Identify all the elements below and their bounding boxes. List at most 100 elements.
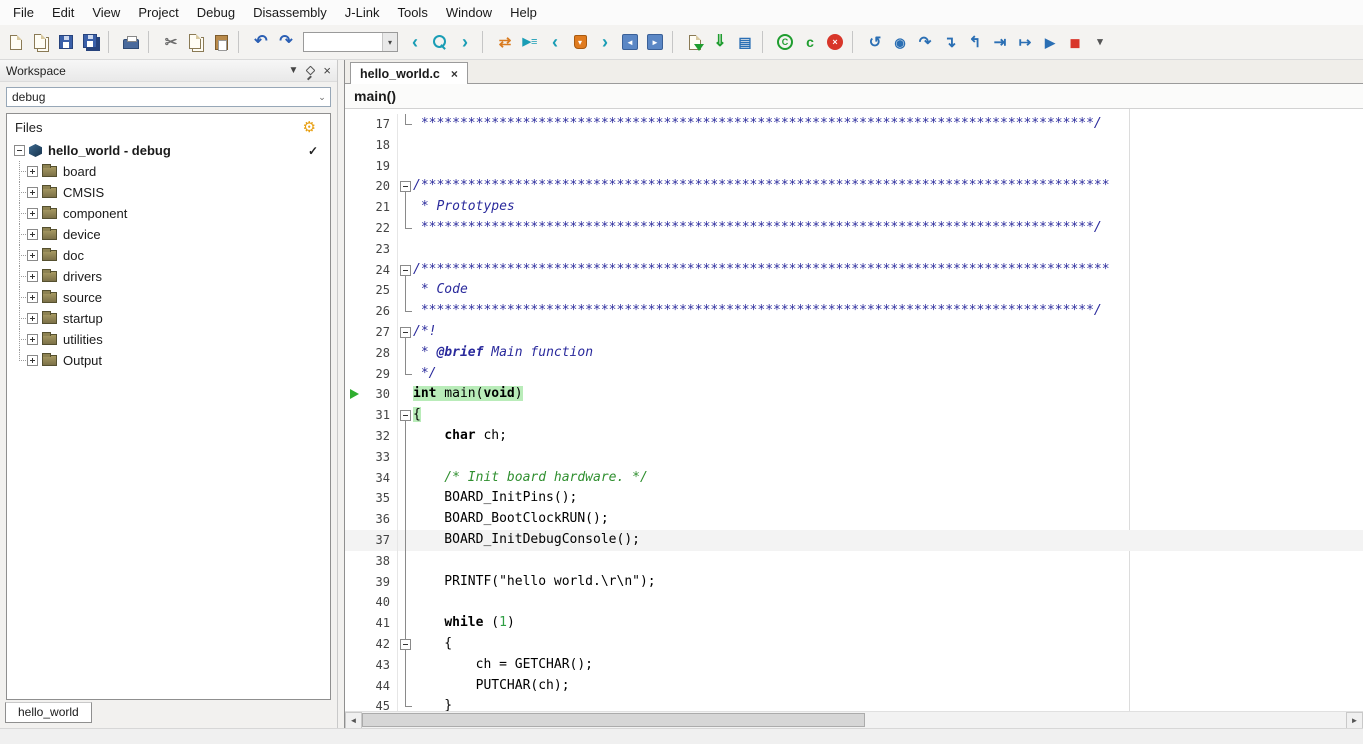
- code-text[interactable]: /***************************************…: [413, 176, 1363, 197]
- find-previous-icon[interactable]: ‹: [403, 30, 427, 54]
- fold-margin[interactable]: [397, 197, 413, 218]
- menu-item-view[interactable]: View: [83, 2, 129, 23]
- breakpoint-margin[interactable]: [345, 509, 365, 530]
- next-statement-icon[interactable]: ⇥: [988, 30, 1012, 54]
- menu-item-project[interactable]: Project: [129, 2, 187, 23]
- breakpoint-margin[interactable]: [345, 176, 365, 197]
- workspace-tab-hello-world[interactable]: hello_world: [5, 702, 92, 723]
- tree-item-utilities[interactable]: utilities: [7, 329, 330, 350]
- cstat-c-icon[interactable]: c: [798, 30, 822, 54]
- breakpoint-margin[interactable]: [345, 572, 365, 593]
- fold-collapse-icon[interactable]: [400, 181, 411, 192]
- code-text[interactable]: ****************************************…: [413, 301, 1363, 322]
- code-text[interactable]: {: [413, 405, 1363, 426]
- breakpoint-margin[interactable]: [345, 343, 365, 364]
- fold-collapse-icon[interactable]: [400, 639, 411, 650]
- fold-margin[interactable]: [397, 696, 413, 711]
- fold-margin[interactable]: [397, 343, 413, 364]
- breakpoint-margin[interactable]: [345, 634, 365, 655]
- breakpoint-margin[interactable]: [345, 655, 365, 676]
- panel-menu-dropdown-icon[interactable]: ▼: [289, 66, 299, 76]
- tree-expand-icon[interactable]: [27, 313, 38, 324]
- tree-expand-icon[interactable]: [27, 292, 38, 303]
- code-text[interactable]: * Code: [413, 280, 1363, 301]
- breakpoint-margin[interactable]: [345, 260, 365, 281]
- break-icon[interactable]: ◉: [888, 30, 912, 54]
- navigate-back-icon[interactable]: ◄: [618, 30, 642, 54]
- code-text[interactable]: BOARD_BootClockRUN();: [413, 509, 1363, 530]
- fold-margin[interactable]: [397, 426, 413, 447]
- undo-icon[interactable]: ↶: [249, 30, 273, 54]
- breakpoint-margin[interactable]: [345, 218, 365, 239]
- code-text[interactable]: ch = GETCHAR();: [413, 655, 1363, 676]
- fold-margin[interactable]: [397, 447, 413, 468]
- fold-margin[interactable]: [397, 218, 413, 239]
- copy-icon[interactable]: [184, 30, 208, 54]
- step-into-icon[interactable]: ↴: [938, 30, 962, 54]
- breakpoint-margin[interactable]: [345, 551, 365, 572]
- scrollbar-thumb[interactable]: [362, 713, 865, 727]
- menu-item-window[interactable]: Window: [437, 2, 501, 23]
- breakpoint-margin[interactable]: [345, 405, 365, 426]
- breakpoint-margin[interactable]: [345, 488, 365, 509]
- tree-expand-icon[interactable]: [27, 355, 38, 366]
- fold-margin[interactable]: [397, 280, 413, 301]
- make-icon[interactable]: ▤: [733, 30, 757, 54]
- breakpoint-margin[interactable]: [345, 384, 365, 405]
- save-icon[interactable]: [54, 30, 78, 54]
- code-text[interactable]: PUTCHAR(ch);: [413, 676, 1363, 697]
- breakpoint-margin[interactable]: [345, 696, 365, 711]
- step-over-icon[interactable]: ↷: [913, 30, 937, 54]
- step-out-icon[interactable]: ↰: [963, 30, 987, 54]
- save-all-icon[interactable]: [79, 30, 103, 54]
- code-text[interactable]: PRINTF("hello world.\r\n");: [413, 572, 1363, 593]
- find-combo[interactable]: ▾: [303, 32, 398, 52]
- menu-item-file[interactable]: File: [4, 2, 43, 23]
- next-bookmark-icon[interactable]: ›: [593, 30, 617, 54]
- scroll-left-button[interactable]: ◄: [345, 712, 362, 729]
- fold-margin[interactable]: [397, 405, 413, 426]
- replace-icon[interactable]: ⇄: [493, 30, 517, 54]
- tree-item-startup[interactable]: startup: [7, 308, 330, 329]
- tree-expand-icon[interactable]: [27, 229, 38, 240]
- breakpoint-margin[interactable]: [345, 364, 365, 385]
- breakpoint-margin[interactable]: [345, 239, 365, 260]
- code-text[interactable]: ****************************************…: [413, 218, 1363, 239]
- find-next-icon[interactable]: ›: [453, 30, 477, 54]
- fold-margin[interactable]: [397, 592, 413, 613]
- code-text[interactable]: [413, 447, 1363, 468]
- code-text[interactable]: [413, 135, 1363, 156]
- tree-item-output[interactable]: Output: [7, 350, 330, 371]
- code-text[interactable]: * @brief Main function: [413, 343, 1363, 364]
- find-icon[interactable]: [428, 30, 452, 54]
- fold-margin[interactable]: [397, 551, 413, 572]
- navigate-forward-icon[interactable]: ►: [643, 30, 667, 54]
- fold-collapse-icon[interactable]: [400, 327, 411, 338]
- editor-tab-hello-world-c[interactable]: hello_world.c ×: [350, 62, 468, 84]
- tab-close-icon[interactable]: ×: [451, 68, 458, 80]
- fold-collapse-icon[interactable]: [400, 265, 411, 276]
- goto-definition-icon[interactable]: ▶≡: [518, 30, 542, 54]
- go-icon[interactable]: ▶: [1038, 30, 1062, 54]
- breakpoint-margin[interactable]: [345, 301, 365, 322]
- breakpoint-margin[interactable]: [345, 530, 365, 551]
- fold-collapse-icon[interactable]: [400, 410, 411, 421]
- fold-margin[interactable]: [397, 488, 413, 509]
- run-to-cursor-icon[interactable]: ↦: [1013, 30, 1037, 54]
- gear-icon[interactable]: ⚙: [303, 120, 316, 135]
- stop-debug-icon[interactable]: ◼: [1063, 30, 1087, 54]
- breakpoint-margin[interactable]: [345, 135, 365, 156]
- tree-item-drivers[interactable]: drivers: [7, 266, 330, 287]
- fold-margin[interactable]: [397, 114, 413, 135]
- tree-expand-icon[interactable]: [27, 208, 38, 219]
- fold-margin[interactable]: [397, 676, 413, 697]
- fold-margin[interactable]: [397, 655, 413, 676]
- breakpoint-margin[interactable]: [345, 447, 365, 468]
- breakpoint-margin[interactable]: [345, 468, 365, 489]
- menu-item-debug[interactable]: Debug: [188, 2, 244, 23]
- fold-margin[interactable]: [397, 322, 413, 343]
- cut-icon[interactable]: ✂: [159, 30, 183, 54]
- code-text[interactable]: */: [413, 364, 1363, 385]
- fold-margin[interactable]: [397, 301, 413, 322]
- menu-item-tools[interactable]: Tools: [388, 2, 436, 23]
